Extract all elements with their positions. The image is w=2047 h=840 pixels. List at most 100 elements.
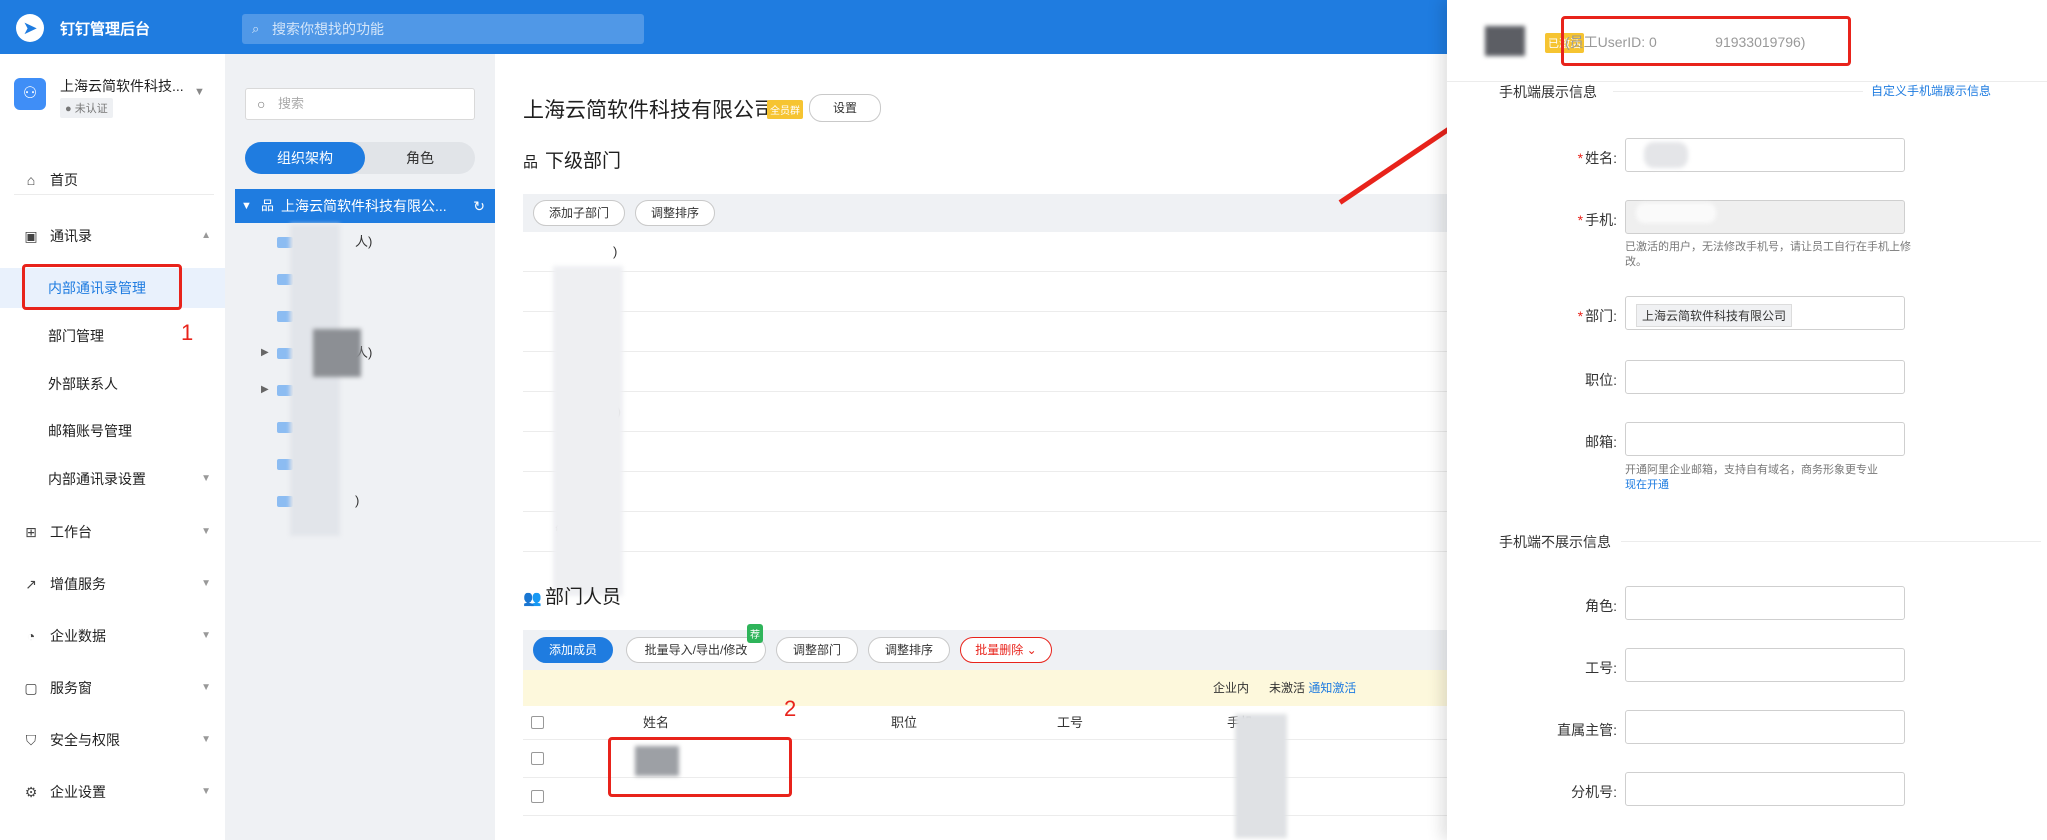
nav-company-data[interactable]: ◔ 企业数据 ▼ xyxy=(0,616,225,656)
refresh-icon[interactable]: ↻ xyxy=(473,189,485,223)
email-help: 开通阿里企业邮箱，支持自有域名，商务形象更专业 现在开通 xyxy=(1625,463,1915,493)
tree-node[interactable]: ▶ xyxy=(235,372,495,408)
tree-node[interactable]: ▶ 人) xyxy=(235,335,495,371)
notice-prefix: 企业内 xyxy=(1213,681,1250,695)
dept-label: * 部门: xyxy=(1577,308,1617,324)
tree-node[interactable] xyxy=(235,446,495,482)
batch-delete-button[interactable]: 批量删除 ⌄ xyxy=(960,637,1052,663)
name-input[interactable] xyxy=(1625,138,1905,172)
caret-right-icon: ▶ xyxy=(261,384,269,395)
role-input[interactable] xyxy=(1625,586,1905,620)
highlight-box xyxy=(1561,16,1851,66)
phone-help: 已激活的用户，无法修改手机号，请让员工自行在手机上修改。 xyxy=(1625,241,1911,268)
function-search-input[interactable]: ⌕ 搜索你想找的功能 xyxy=(242,14,644,44)
tree-node[interactable]: 人) xyxy=(235,224,495,260)
open-email-link[interactable]: 现在开通 xyxy=(1625,479,1669,491)
tab-org-structure[interactable]: 组织架构 xyxy=(245,142,365,174)
caret-right-icon: ▶ xyxy=(261,347,269,358)
select-all-checkbox[interactable] xyxy=(531,716,544,729)
redacted-avatar xyxy=(1485,26,1525,56)
redacted-area xyxy=(290,224,340,536)
members-title: 👥 部门人员 xyxy=(523,582,621,609)
adjust-order-button[interactable]: 调整排序 xyxy=(635,200,715,226)
tree-root-node[interactable]: ▼ 品 上海云简软件科技有限公... ↻ xyxy=(235,189,495,223)
nav-value-added[interactable]: ↗ 增值服务 ▼ xyxy=(0,564,225,604)
nav-security[interactable]: ⛉ 安全与权限 ▼ xyxy=(0,720,225,760)
row-checkbox[interactable] xyxy=(531,790,544,803)
nav-contacts-settings[interactable]: 内部通讯录设置 ▼ xyxy=(0,459,225,499)
subdept-title-label: 下级部门 xyxy=(545,151,622,172)
tab-roles[interactable]: 角色 xyxy=(365,142,475,174)
nav-mailbox-label: 邮箱账号管理 xyxy=(48,423,132,439)
gear-icon: ⚙ xyxy=(24,784,38,800)
add-member-button[interactable]: 添加成员 xyxy=(533,637,613,663)
org-chart-icon: 品 xyxy=(261,198,275,213)
activation-notice-text: 企业内 未激活 通知激活 xyxy=(1213,670,1356,706)
dept-label-text: 部门: xyxy=(1585,308,1617,324)
tree-node[interactable] xyxy=(235,298,495,334)
title-input[interactable] xyxy=(1625,360,1905,394)
nav-home[interactable]: ⌂ 首页 xyxy=(0,160,225,200)
divider xyxy=(1613,91,1863,92)
email-label: 邮箱: xyxy=(1585,434,1617,450)
nav-service-window-label: 服务窗 xyxy=(50,680,92,696)
pie-chart-icon: ◔ xyxy=(26,628,36,644)
col-name: 姓名 xyxy=(643,715,670,730)
nav-company-settings[interactable]: ⚙ 企业设置 ▼ xyxy=(0,772,225,812)
adjust-dept-button[interactable]: 调整部门 xyxy=(776,637,858,663)
adjust-order-members-button[interactable]: 调整排序 xyxy=(868,637,950,663)
email-input[interactable] xyxy=(1625,422,1905,456)
org-switcher[interactable]: ⚇ 上海云简软件科技... ● 未认证 ▼ xyxy=(14,74,214,134)
nav-contacts[interactable]: ▣ 通讯录 ▲ xyxy=(0,216,225,256)
dept-row[interactable]: ) xyxy=(523,432,1447,472)
nav-mailbox[interactable]: 邮箱账号管理 xyxy=(0,411,225,451)
tree-node-label: ) xyxy=(355,493,360,508)
dingtalk-logo-icon[interactable]: ➤ xyxy=(16,14,44,42)
step-1-marker: 1 xyxy=(181,320,194,345)
jobno-label: 工号: xyxy=(1585,660,1617,676)
dept-row[interactable] xyxy=(523,312,1447,352)
dept-row[interactable] xyxy=(523,272,1447,312)
nav-value-added-label: 增值服务 xyxy=(50,576,106,592)
row-checkbox[interactable] xyxy=(531,752,544,765)
dept-row[interactable] xyxy=(523,352,1447,392)
dept-row[interactable]: ) xyxy=(523,472,1447,512)
tree-node[interactable] xyxy=(235,261,495,297)
subdept-toolbar: 添加子部门 调整排序 xyxy=(523,194,1447,232)
home-icon: ⌂ xyxy=(26,172,36,188)
tree-node[interactable]: ) xyxy=(235,483,495,519)
chevron-down-icon: ▼ xyxy=(201,578,211,589)
extension-input[interactable] xyxy=(1625,772,1905,806)
nav-external-contacts[interactable]: 外部联系人 xyxy=(0,364,225,404)
add-subdept-button[interactable]: 添加子部门 xyxy=(533,200,625,226)
chevron-down-icon: ▼ xyxy=(201,473,211,484)
org-avatar-icon: ⚇ xyxy=(14,78,46,110)
nav-company-data-label: 企业数据 xyxy=(50,628,106,644)
role-label: 角色: xyxy=(1585,598,1617,614)
title-label: 职位: xyxy=(1585,372,1617,388)
custom-mobile-display-link[interactable]: 自定义手机端展示信息 xyxy=(1871,82,1991,99)
window-icon: ▢ xyxy=(24,680,38,696)
notify-activate-link[interactable]: 通知激活 xyxy=(1308,681,1356,695)
phone-input xyxy=(1625,200,1905,234)
name-label-text: 姓名: xyxy=(1585,150,1617,166)
batch-import-button[interactable]: 批量导入/导出/修改 xyxy=(626,637,766,663)
dept-row[interactable]: 管 xyxy=(523,512,1447,552)
highlight-box xyxy=(22,264,182,310)
nav-workbench[interactable]: ⊞ 工作台 ▼ xyxy=(0,512,225,552)
tree-search-input[interactable]: ○ 搜索 xyxy=(245,88,475,120)
members-title-label: 部门人员 xyxy=(545,587,622,608)
tree-node[interactable] xyxy=(235,409,495,445)
jobno-input[interactable] xyxy=(1625,648,1905,682)
settings-button[interactable]: 设置 xyxy=(809,94,881,122)
dept-chip[interactable]: 上海云简软件科技有限公司 xyxy=(1636,304,1793,327)
manager-input[interactable] xyxy=(1625,710,1905,744)
dept-row[interactable]: ) xyxy=(523,232,1447,272)
company-title: 上海云简软件科技有限公司 xyxy=(523,99,775,122)
chevron-down-icon: ▼ xyxy=(201,734,211,745)
col-title: 职位 xyxy=(891,715,918,730)
dept-input[interactable]: 上海云简软件科技有限公司 xyxy=(1625,296,1905,330)
nav-service-window[interactable]: ▢ 服务窗 ▼ xyxy=(0,668,225,708)
tree-node-label: 人) xyxy=(355,234,373,249)
dept-row[interactable]: .) xyxy=(523,392,1447,432)
